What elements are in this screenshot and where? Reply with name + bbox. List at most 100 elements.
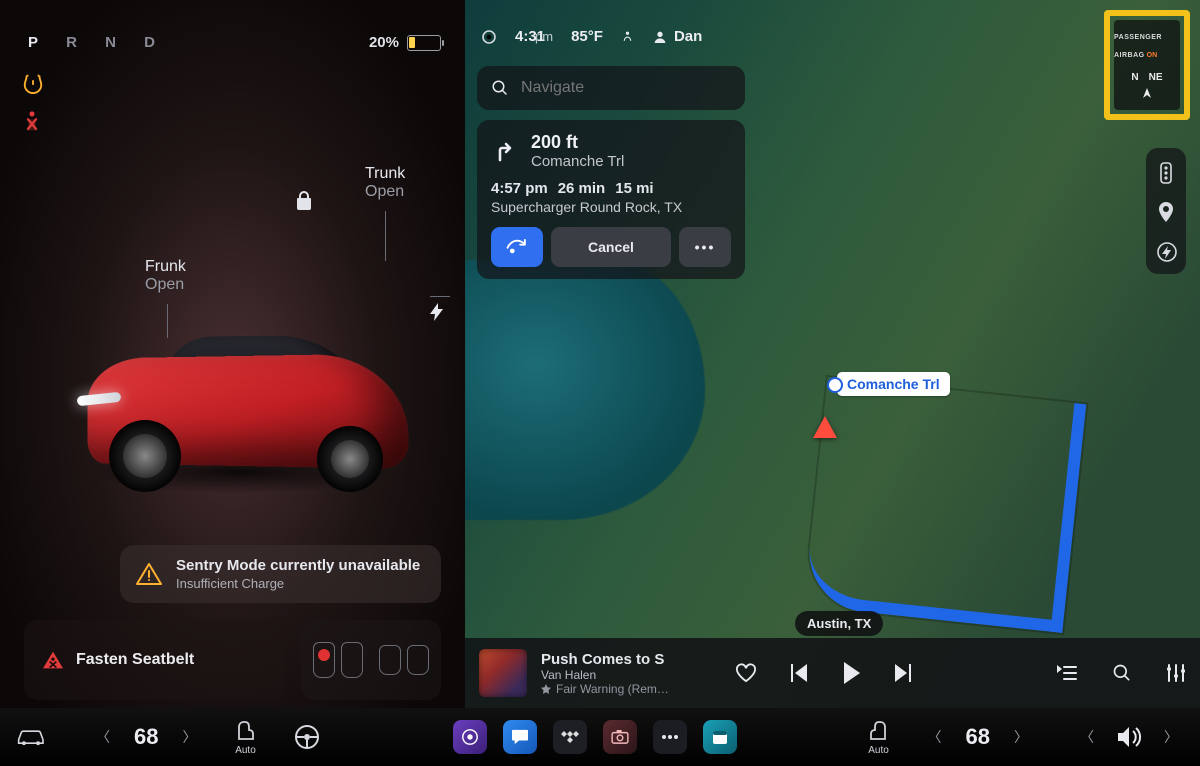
driver-temp[interactable]: 68 xyxy=(128,724,164,750)
equalizer-button[interactable] xyxy=(1166,664,1186,682)
map-city-label[interactable]: Austin, TX xyxy=(795,611,883,636)
driver-temp-down[interactable]: 〈 xyxy=(88,721,118,753)
screen: P R N D 20% Trunk Open xyxy=(0,0,1200,766)
track-title: Push Comes to S xyxy=(541,651,691,668)
frunk-label: Frunk xyxy=(145,258,186,276)
seat-front-right xyxy=(341,642,363,678)
current-location-marker xyxy=(813,416,837,438)
driver-temp-up[interactable]: 〉 xyxy=(174,721,204,753)
sentry-alert[interactable]: Sentry Mode currently unavailable Insuff… xyxy=(120,545,441,603)
passenger-seat-heater[interactable]: Auto xyxy=(866,719,892,756)
seat-rear-2 xyxy=(407,645,429,675)
nav-cancel-button[interactable]: Cancel xyxy=(551,227,671,267)
fasten-seatbelt-card[interactable]: Fasten Seatbelt xyxy=(24,620,285,700)
seatbelt-alert-icon xyxy=(42,650,64,670)
sentry-alert-subtitle: Insufficient Charge xyxy=(176,576,420,591)
map-panel[interactable]: Comanche Trl Austin, TX 4:31pm 85°F Dan xyxy=(465,0,1200,708)
warn-icon-column xyxy=(22,72,44,132)
turn-right-icon xyxy=(491,138,517,164)
media-search-button[interactable] xyxy=(1112,663,1132,683)
volume-down[interactable]: 〈 xyxy=(1072,721,1102,753)
traffic-light-icon[interactable] xyxy=(1157,162,1175,180)
seatbelt-warning-icon[interactable] xyxy=(22,110,44,132)
volume-up[interactable]: 〉 xyxy=(1156,721,1186,753)
search-icon xyxy=(491,79,509,97)
vehicle-panel: P R N D 20% Trunk Open xyxy=(0,0,465,708)
compass-labels: NNE xyxy=(1131,72,1162,83)
eta-arrive: 4:57 pm xyxy=(491,180,548,197)
app-tidal[interactable] xyxy=(553,720,587,754)
trunk-label: Trunk xyxy=(365,165,405,183)
album-art[interactable] xyxy=(479,649,527,697)
fasten-seatbelt-label: Fasten Seatbelt xyxy=(76,651,194,669)
gear-indicator: P R N D xyxy=(28,34,167,51)
warning-triangle-icon xyxy=(136,562,162,586)
seat-rear-1 xyxy=(379,645,401,675)
steering-heat-icon[interactable] xyxy=(290,720,324,754)
tpms-icon[interactable] xyxy=(22,72,44,94)
app-camera[interactable] xyxy=(603,720,637,754)
route-card: 200 ft Comanche Trl 4:57 pm 26 min 15 mi… xyxy=(477,120,745,279)
map-pin-icon[interactable] xyxy=(1157,202,1175,220)
next-track-button[interactable] xyxy=(893,664,913,682)
app-calendar[interactable] xyxy=(703,720,737,754)
map-street-label[interactable]: Comanche Trl xyxy=(837,372,950,396)
car-illustration xyxy=(55,280,425,500)
seat-occupancy-card[interactable] xyxy=(301,620,441,700)
passenger-temp[interactable]: 68 xyxy=(960,724,996,750)
eta-duration: 26 min xyxy=(558,180,606,197)
charge-port-icon[interactable] xyxy=(430,296,450,321)
sentry-alert-title: Sentry Mode currently unavailable xyxy=(176,557,420,574)
driver-seat-heater[interactable]: Auto xyxy=(232,719,258,756)
seat-strip: Fasten Seatbelt xyxy=(24,620,441,700)
passenger-temp-up[interactable]: 〉 xyxy=(1006,721,1036,753)
favorite-button[interactable] xyxy=(735,663,757,683)
app-dashcam[interactable] xyxy=(453,720,487,754)
status-temp[interactable]: 85°F xyxy=(571,28,603,45)
track-album: Fair Warning (Rem… xyxy=(541,682,691,696)
bottom-dock: 〈 68 〉 Auto xyxy=(0,708,1200,766)
queue-button[interactable] xyxy=(1056,665,1078,681)
driver-seat-label: Auto xyxy=(235,745,256,756)
status-time[interactable]: 4:31pm xyxy=(515,28,553,45)
destination-label: Supercharger Round Rock, TX xyxy=(491,199,731,215)
passenger-seat-label: Auto xyxy=(868,745,889,756)
play-button[interactable] xyxy=(841,662,861,684)
airbag-mini-icon xyxy=(621,30,634,43)
airbag-state: ON xyxy=(1147,52,1158,59)
airbag-widget[interactable]: PASSENGER AIRBAGON NNE xyxy=(1114,20,1180,110)
track-info[interactable]: Push Comes to S Van Halen Fair Warning (… xyxy=(541,651,691,696)
trunk-callout[interactable]: Trunk Open xyxy=(365,165,405,201)
driver-temp-group: 〈 68 〉 xyxy=(88,721,204,753)
app-messages[interactable] xyxy=(503,720,537,754)
supercharger-icon[interactable] xyxy=(1157,242,1175,260)
nav-panel: 200 ft Comanche Trl 4:57 pm 26 min 15 mi… xyxy=(477,66,745,279)
nav-more-button[interactable]: ••• xyxy=(679,227,731,267)
nav-mode-button[interactable] xyxy=(491,227,543,267)
media-bar: Push Comes to S Van Halen Fair Warning (… xyxy=(465,638,1200,708)
car-icon[interactable] xyxy=(14,720,48,754)
seat-front-left xyxy=(313,642,335,678)
nav-search-input[interactable] xyxy=(521,79,731,97)
turn-street: Comanche Trl xyxy=(531,153,624,170)
nav-search[interactable] xyxy=(477,66,745,110)
battery-status[interactable]: 20% xyxy=(369,34,441,51)
airbag-widget-highlight: PASSENGER AIRBAGON NNE xyxy=(1104,10,1190,120)
profile-name: Dan xyxy=(674,28,702,45)
sentry-dot-icon[interactable] xyxy=(481,29,497,45)
main: P R N D 20% Trunk Open xyxy=(0,0,1200,708)
profile-button[interactable]: Dan xyxy=(652,28,702,45)
passenger-temp-group: 〈 68 〉 xyxy=(920,721,1036,753)
status-bar: 4:31pm 85°F Dan xyxy=(481,28,702,45)
volume-group: 〈 〉 xyxy=(1072,720,1186,754)
map-side-rail xyxy=(1146,148,1186,274)
trunk-action: Open xyxy=(365,183,405,201)
passenger-temp-down[interactable]: 〈 xyxy=(920,721,950,753)
volume-icon[interactable] xyxy=(1112,720,1146,754)
eta-distance: 15 mi xyxy=(615,180,653,197)
app-launcher[interactable] xyxy=(653,720,687,754)
compass-arrow-icon xyxy=(1140,87,1154,101)
turn-row: 200 ft Comanche Trl xyxy=(491,132,731,170)
lock-icon[interactable] xyxy=(295,190,313,210)
prev-track-button[interactable] xyxy=(789,664,809,682)
